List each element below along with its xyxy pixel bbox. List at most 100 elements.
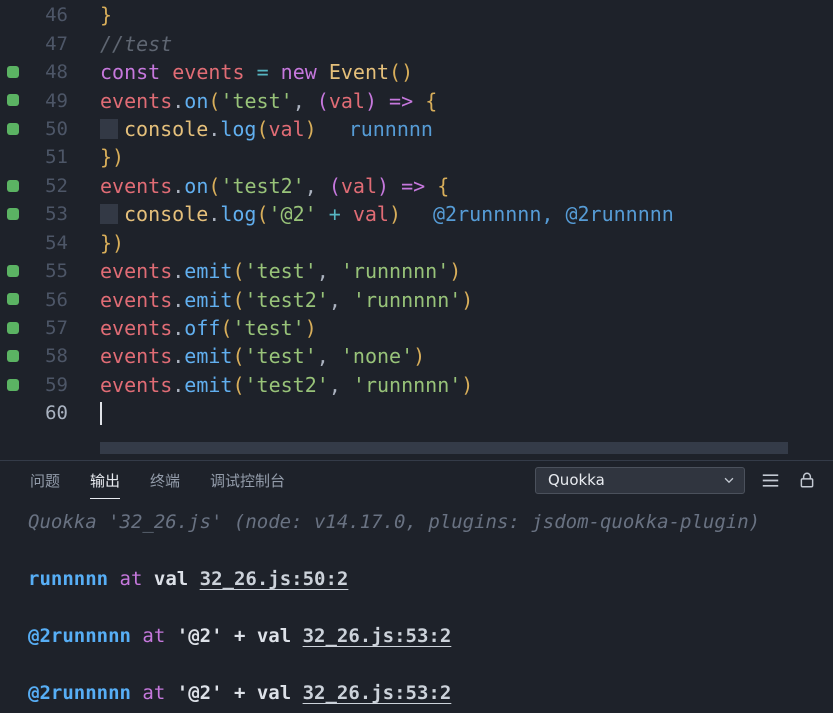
code-line[interactable]: 49 events.on('test', (val) => { bbox=[0, 86, 833, 114]
code-token: ( bbox=[232, 259, 245, 284]
code-token: 'test' bbox=[232, 316, 305, 341]
code-token: events bbox=[100, 88, 173, 113]
code-token: 'test2' bbox=[220, 173, 305, 198]
line-number[interactable]: 54 bbox=[0, 232, 68, 254]
code-text: events.emit('test2', 'runnnnn') bbox=[100, 373, 473, 397]
code-token: . bbox=[172, 344, 185, 369]
code-token: , bbox=[328, 372, 353, 397]
panel-tab[interactable]: 输出 bbox=[90, 461, 121, 499]
code-text: }) bbox=[100, 231, 124, 255]
output-line: @2runnnnn at '@2' + val 32_26.js:53:2 bbox=[28, 621, 833, 651]
code-line[interactable]: 48 const events = new Event() bbox=[0, 58, 833, 86]
coverage-marker-icon bbox=[7, 293, 19, 306]
code-token: ( bbox=[232, 372, 245, 397]
code-token: = bbox=[256, 60, 269, 85]
line-number[interactable]: 47 bbox=[0, 33, 68, 55]
indent-highlight bbox=[100, 118, 118, 139]
line-number[interactable]: 60 bbox=[0, 402, 68, 424]
code-token: ( bbox=[232, 287, 245, 312]
code-token: , bbox=[328, 287, 353, 312]
code-line[interactable]: 60 bbox=[0, 399, 833, 427]
code-text: const events = new Event() bbox=[100, 60, 413, 84]
code-token: events bbox=[100, 316, 173, 341]
quokka-inline-value: @2runnnnn, @2runnnnn bbox=[433, 202, 674, 227]
code-text: console.log(val) runnnnn bbox=[100, 117, 433, 141]
indent-highlight bbox=[100, 204, 118, 225]
clear-output-button[interactable] bbox=[758, 468, 782, 492]
code-token: . bbox=[208, 116, 221, 141]
code-token: 'runnnnn' bbox=[352, 287, 462, 312]
code-text: events.emit('test', 'runnnnn') bbox=[100, 259, 461, 283]
code-text: events.on('test', (val) => { bbox=[100, 89, 437, 113]
source-link[interactable]: 32_26.js:53:2 bbox=[303, 625, 452, 647]
code-token: ) bbox=[304, 316, 317, 341]
source-link[interactable]: 32_26.js:53:2 bbox=[303, 682, 452, 704]
code-line[interactable]: 51}) bbox=[0, 143, 833, 171]
code-text: console.log('@2' + val) @2runnnnn, @2runn… bbox=[100, 202, 674, 226]
code-text: events.emit('test2', 'runnnnn') bbox=[100, 288, 473, 312]
panel-tab[interactable]: 问题 bbox=[30, 461, 60, 499]
lock-icon bbox=[798, 471, 816, 489]
coverage-marker-icon bbox=[7, 122, 19, 135]
code-token: ( bbox=[256, 202, 269, 227]
code-token: ( bbox=[328, 173, 341, 198]
code-token: + bbox=[328, 202, 341, 227]
code-token: '@2' bbox=[268, 202, 317, 227]
output-text: at bbox=[119, 568, 143, 590]
code-token: ) bbox=[413, 344, 426, 369]
code-token: emit bbox=[184, 344, 233, 369]
panel-actions: Quokka bbox=[535, 466, 819, 494]
code-token: new bbox=[280, 60, 317, 85]
code-token: console bbox=[124, 202, 209, 227]
code-line[interactable]: 55 events.emit('test', 'runnnnn') bbox=[0, 257, 833, 285]
code-line[interactable]: 56 events.emit('test2', 'runnnnn') bbox=[0, 285, 833, 313]
code-line[interactable]: 50 console.log(val) runnnnn bbox=[0, 115, 833, 143]
panel-tab[interactable]: 调试控制台 bbox=[210, 461, 285, 499]
code-line[interactable]: 52 events.on('test2', (val) => { bbox=[0, 172, 833, 200]
code-text: }) bbox=[100, 145, 124, 169]
output-channel-select[interactable]: Quokka bbox=[535, 466, 745, 494]
output-text: at bbox=[142, 682, 166, 704]
code-token: val bbox=[268, 116, 305, 141]
code-line[interactable]: 58 events.emit('test', 'none') bbox=[0, 342, 833, 370]
lock-scroll-button[interactable] bbox=[795, 468, 819, 492]
code-token: . bbox=[172, 316, 185, 341]
code-token: log bbox=[220, 202, 257, 227]
line-number[interactable]: 46 bbox=[0, 4, 68, 26]
code-line[interactable]: 53 console.log('@2' + val) @2runnnnn, @2ru… bbox=[0, 200, 833, 228]
code-token: //test bbox=[100, 31, 173, 56]
code-token: on bbox=[184, 173, 209, 198]
code-text: } bbox=[100, 3, 112, 27]
code-token: events bbox=[100, 287, 173, 312]
line-number[interactable]: 51 bbox=[0, 146, 68, 168]
code-line[interactable]: 54}) bbox=[0, 229, 833, 257]
coverage-marker-icon bbox=[7, 264, 19, 277]
code-token: 'test' bbox=[220, 88, 293, 113]
code-line[interactable]: 46} bbox=[0, 1, 833, 29]
panel-tab[interactable]: 终端 bbox=[150, 461, 180, 499]
panel-tabs: 问题 输出 终端 调试控制台 bbox=[30, 461, 285, 499]
code-token: val bbox=[352, 202, 389, 227]
code-token: console bbox=[124, 116, 209, 141]
source-link[interactable]: 32_26.js:50:2 bbox=[200, 568, 349, 590]
code-token: Event bbox=[328, 60, 390, 85]
code-token: ( bbox=[232, 344, 245, 369]
code-text: //test bbox=[100, 32, 172, 56]
code-token: , bbox=[316, 259, 341, 284]
horizontal-scrollbar[interactable] bbox=[0, 441, 833, 455]
coverage-marker-icon bbox=[7, 179, 19, 192]
scrollbar-thumb[interactable] bbox=[100, 442, 788, 454]
code-token: 'test' bbox=[244, 344, 317, 369]
output-line: runnnnn at val 32_26.js:50:2 bbox=[28, 564, 833, 594]
code-line[interactable]: 59 events.emit('test2', 'runnnnn') bbox=[0, 371, 833, 399]
code-line[interactable]: 57 events.off('test') bbox=[0, 314, 833, 342]
code-editor[interactable]: 46} 47//test 48 const events = new Event() 4… bbox=[0, 0, 833, 460]
text-cursor bbox=[100, 402, 102, 426]
coverage-marker-icon bbox=[7, 65, 19, 78]
code-line[interactable]: 47 //test bbox=[0, 29, 833, 57]
